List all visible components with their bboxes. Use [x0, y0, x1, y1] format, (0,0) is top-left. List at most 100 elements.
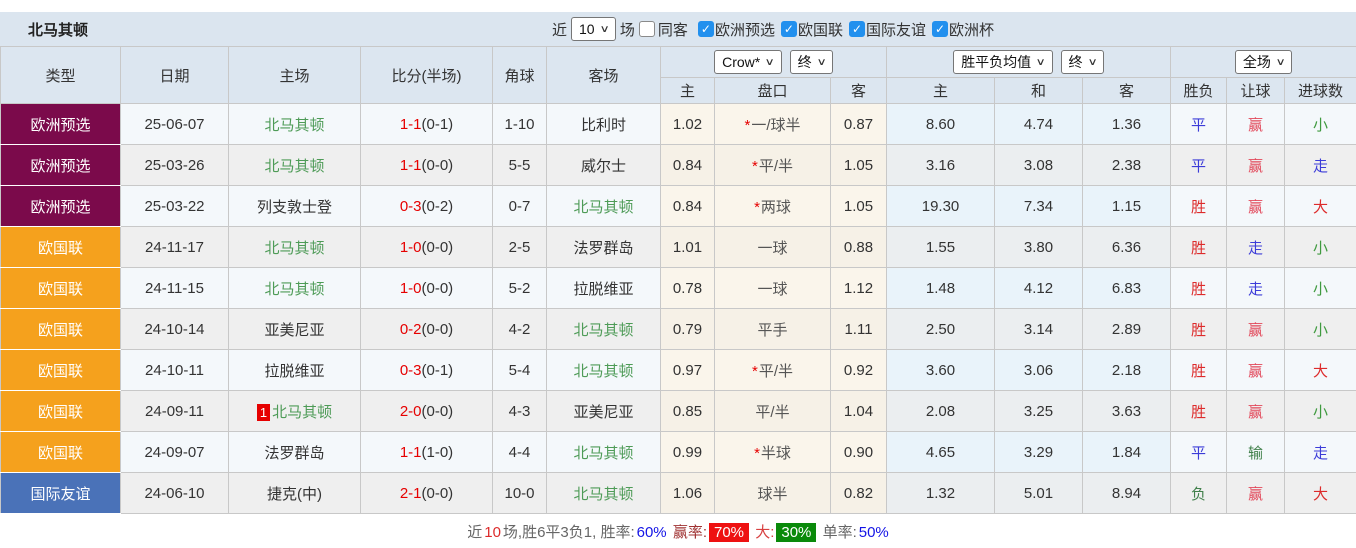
mean-away-cell: 1.15 [1083, 186, 1171, 227]
full-score: 1-0 [400, 280, 422, 297]
subheader-odds-away: 客 [831, 78, 887, 104]
home-odds-cell: 1.01 [661, 227, 715, 268]
home-odds-cell: 0.99 [661, 432, 715, 473]
competition-checkbox[interactable]: ✓ [698, 21, 714, 37]
goals-result-cell: 大 [1285, 473, 1356, 514]
away-team-name[interactable]: 北马其顿 [573, 363, 633, 380]
half-score: (0-1) [422, 116, 454, 133]
home-team-cell: 北马其顿 [229, 145, 361, 186]
mean-home-cell: 4.65 [887, 432, 995, 473]
handicap-result-cell: 赢 [1227, 186, 1285, 227]
handicap-result-cell: 赢 [1227, 350, 1285, 391]
home-team-cell: 列支敦士登 [229, 186, 361, 227]
away-team-name[interactable]: 比利时 [581, 117, 626, 134]
full-score: 2-0 [400, 403, 422, 420]
home-team-name[interactable]: 拉脱维亚 [264, 363, 324, 380]
competition-label: 欧洲预选 [715, 19, 775, 40]
mean-draw-cell: 3.14 [995, 309, 1083, 350]
away-team-name[interactable]: 北马其顿 [573, 199, 633, 216]
recent-count-select[interactable]: 10 ∨ [571, 17, 616, 41]
odds-time-select[interactable]: 终 ∨ [790, 50, 833, 74]
match-row: 欧国联24-09-07法罗群岛1-1(1-0)4-4北马其顿0.99*半球0.9… [1, 432, 1356, 473]
competition-type-cell[interactable]: 欧洲预选 [1, 104, 121, 145]
score-cell: 0-3(0-2) [361, 186, 493, 227]
home-team-name[interactable]: 捷克(中) [267, 486, 322, 503]
match-history-table: 类型 日期 主场 比分(半场) 角球 客场 Crow* ∨ 终 ∨ [0, 46, 1356, 514]
home-team-cell: 北马其顿 [229, 268, 361, 309]
full-score: 0-3 [400, 362, 422, 379]
goals-result-cell: 小 [1285, 268, 1356, 309]
asterisk-marker: * [752, 363, 758, 380]
score-cell: 0-2(0-0) [361, 309, 493, 350]
full-score: 1-0 [400, 239, 422, 256]
away-odds-cell: 1.05 [831, 145, 887, 186]
rank-badge: 1 [257, 404, 270, 421]
handicap-text: 半球 [761, 445, 791, 462]
away-odds-cell: 0.82 [831, 473, 887, 514]
home-team-name[interactable]: 北马其顿 [264, 158, 324, 175]
date-cell: 24-10-14 [121, 309, 229, 350]
competition-type-cell[interactable]: 欧国联 [1, 432, 121, 473]
mean-draw-cell: 4.12 [995, 268, 1083, 309]
match-row: 欧国联24-10-14亚美尼亚0-2(0-0)4-2北马其顿0.79平手1.11… [1, 309, 1356, 350]
home-team-name[interactable]: 北马其顿 [264, 240, 324, 257]
competition-checkbox[interactable]: ✓ [849, 21, 865, 37]
away-team-name[interactable]: 北马其顿 [573, 445, 633, 462]
home-team-name[interactable]: 北马其顿 [264, 281, 324, 298]
competition-label: 欧国联 [798, 19, 843, 40]
mean-source-select[interactable]: 胜平负均值 ∨ [953, 50, 1052, 74]
away-team-name[interactable]: 威尔士 [581, 158, 626, 175]
away-team-name[interactable]: 拉脱维亚 [573, 281, 633, 298]
goals-result-cell: 走 [1285, 145, 1356, 186]
competition-type-cell[interactable]: 欧国联 [1, 268, 121, 309]
competition-type-cell[interactable]: 欧洲预选 [1, 186, 121, 227]
mean-draw-cell: 3.29 [995, 432, 1083, 473]
mean-draw-cell: 3.80 [995, 227, 1083, 268]
scope-select[interactable]: 全场 ∨ [1235, 50, 1292, 74]
home-team-name[interactable]: 北马其顿 [272, 404, 332, 421]
away-team-name[interactable]: 亚美尼亚 [573, 404, 633, 421]
competition-type-cell[interactable]: 欧国联 [1, 309, 121, 350]
competition-type-cell[interactable]: 欧国联 [1, 391, 121, 432]
match-row: 国际友谊24-06-10捷克(中)2-1(0-0)10-0北马其顿1.06球半0… [1, 473, 1356, 514]
away-team-name[interactable]: 法罗群岛 [573, 240, 633, 257]
competition-type-cell[interactable]: 欧国联 [1, 227, 121, 268]
competition-type-cell[interactable]: 欧国联 [1, 350, 121, 391]
away-team-cell: 北马其顿 [547, 186, 661, 227]
away-team-name[interactable]: 北马其顿 [573, 322, 633, 339]
corners-cell: 5-2 [493, 268, 547, 309]
handicap-text: 两球 [761, 199, 791, 216]
date-cell: 25-03-22 [121, 186, 229, 227]
competition-checkbox[interactable]: ✓ [781, 21, 797, 37]
same-venue-checkbox[interactable] [639, 21, 655, 37]
home-team-name[interactable]: 北马其顿 [264, 117, 324, 134]
competition-type-cell[interactable]: 国际友谊 [1, 473, 121, 514]
odds-source-select[interactable]: Crow* ∨ [714, 50, 781, 74]
handicap-result-cell: 输 [1227, 432, 1285, 473]
mean-group-header: 胜平负均值 ∨ 终 ∨ [887, 47, 1171, 78]
summary-segment: 场,胜6平3负1, 胜率: [503, 524, 635, 541]
result-cell: 平 [1171, 104, 1227, 145]
match-row: 欧洲预选25-03-26北马其顿1-1(0-0)5-5威尔士0.84*平/半1.… [1, 145, 1356, 186]
home-team-name[interactable]: 列支敦士登 [257, 199, 332, 216]
home-odds-cell: 0.84 [661, 145, 715, 186]
subheader-goals: 进球数 [1285, 78, 1356, 104]
competition-type-cell[interactable]: 欧洲预选 [1, 145, 121, 186]
subheader-handicap: 盘口 [715, 78, 831, 104]
away-team-name[interactable]: 北马其顿 [573, 486, 633, 503]
result-cell: 胜 [1171, 350, 1227, 391]
chevron-down-icon: ∨ [1087, 57, 1097, 68]
summary-bar: 近10场,胜6平3负1, 胜率:60% 赢率:70% 大:30% 单率:50% [0, 514, 1356, 548]
competition-checkbox[interactable]: ✓ [932, 21, 948, 37]
date-cell: 24-10-11 [121, 350, 229, 391]
home-team-name[interactable]: 法罗群岛 [264, 445, 324, 462]
home-team-name[interactable]: 亚美尼亚 [264, 322, 324, 339]
mean-time-select[interactable]: 终 ∨ [1061, 50, 1104, 74]
result-cell: 胜 [1171, 391, 1227, 432]
home-odds-cell: 0.79 [661, 309, 715, 350]
chevron-down-icon: ∨ [1275, 57, 1285, 68]
handicap-result-cell: 赢 [1227, 145, 1285, 186]
result-cell: 胜 [1171, 268, 1227, 309]
mean-away-cell: 1.84 [1083, 432, 1171, 473]
full-score: 2-1 [400, 485, 422, 502]
